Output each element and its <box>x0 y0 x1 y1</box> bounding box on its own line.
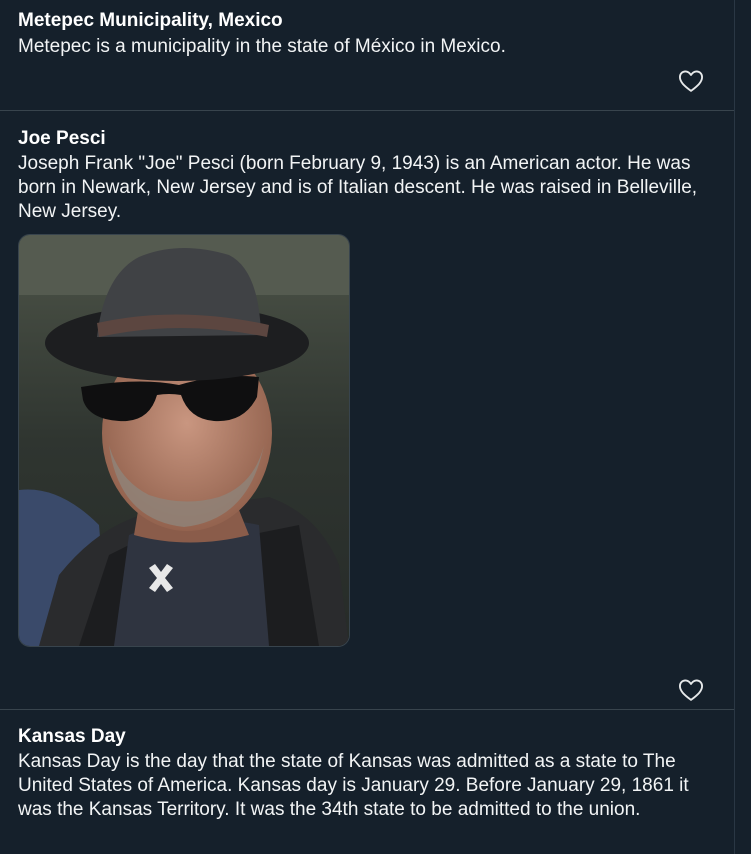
feed: Metepec Municipality, Mexico Metepec is … <box>0 0 735 854</box>
feed-post: Metepec Municipality, Mexico Metepec is … <box>0 0 735 111</box>
post-title: Kansas Day <box>18 726 126 747</box>
heart-outline-icon[interactable] <box>677 67 705 95</box>
post-body: Joseph Frank "Joe" Pesci (born February … <box>18 153 698 222</box>
post-photo[interactable] <box>18 234 350 647</box>
post-title: Metepec Municipality, Mexico <box>18 10 283 31</box>
post-body: Metepec is a municipality in the state o… <box>18 36 506 57</box>
post-body: Kansas Day is the day that the state of … <box>18 751 689 820</box>
heart-outline-icon[interactable] <box>677 676 705 704</box>
post-title: Joe Pesci <box>18 128 106 149</box>
scrollbar[interactable] <box>734 0 751 854</box>
feed-post: Kansas Day Kansas Day is the day that th… <box>0 710 735 854</box>
feed-post: Joe Pesci Joseph Frank "Joe" Pesci (born… <box>0 111 735 710</box>
